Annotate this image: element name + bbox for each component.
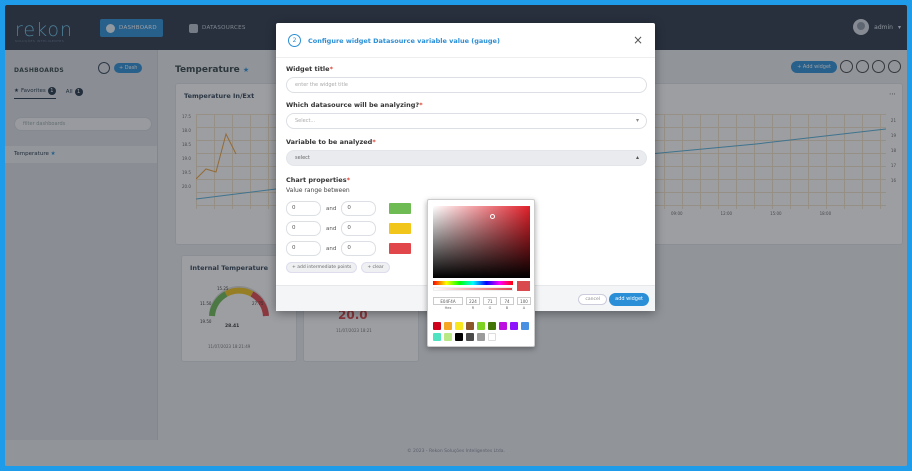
- color-picker-popover: E04F4A Hex 224 R 71 G 74 B 100 A: [427, 199, 535, 347]
- color-swatch[interactable]: [477, 333, 485, 341]
- color-swatch[interactable]: [455, 322, 463, 330]
- green-input[interactable]: 71: [483, 297, 497, 305]
- hex-caption: Hex: [444, 306, 452, 310]
- range-color-swatch[interactable]: [389, 223, 412, 234]
- variable-label-text: Variable to be analyzed: [286, 138, 373, 146]
- modal-title: Configure widget Datasource variable val…: [308, 37, 500, 45]
- blue-caption: B: [505, 306, 509, 310]
- color-swatch[interactable]: [444, 333, 452, 341]
- chart-properties-label: Chart properties*: [286, 176, 350, 184]
- alpha-input[interactable]: 100: [517, 297, 531, 305]
- range-to-input[interactable]: 0: [341, 221, 377, 236]
- range-and-label: and: [326, 205, 337, 212]
- range-from-input[interactable]: 0: [286, 221, 321, 236]
- widget-title-label: Widget title*: [286, 65, 333, 73]
- range-color-swatch[interactable]: [389, 243, 412, 254]
- datasource-select[interactable]: Select...: [286, 113, 647, 129]
- hue-slider[interactable]: [433, 281, 513, 285]
- widget-title-input[interactable]: enter the widget title: [286, 77, 647, 93]
- color-swatch[interactable]: [499, 322, 507, 330]
- datasource-label-text: Which datasource will be analyzing?: [286, 101, 420, 109]
- preset-swatches: [433, 322, 530, 341]
- range-to-input[interactable]: 0: [341, 241, 377, 256]
- color-swatch[interactable]: [477, 322, 485, 330]
- color-swatch[interactable]: [433, 333, 441, 341]
- color-swatch[interactable]: [510, 322, 518, 330]
- alpha-caption: A: [522, 306, 526, 310]
- color-swatch[interactable]: [488, 322, 496, 330]
- red-caption: R: [471, 306, 475, 310]
- modal-header: 2 Configure widget Datasource variable v…: [276, 23, 655, 58]
- range-from-input[interactable]: 0: [286, 201, 321, 216]
- cancel-button[interactable]: cancel: [578, 294, 607, 305]
- color-swatch[interactable]: [521, 322, 529, 330]
- clear-button[interactable]: + clear: [361, 262, 390, 273]
- range-and-label: and: [326, 245, 337, 252]
- saturation-cursor[interactable]: [490, 214, 495, 219]
- app-window: rekon SOLUÇÕES INTELIGENTES DASHBOARD DA…: [5, 5, 907, 466]
- range-color-swatch[interactable]: [389, 203, 412, 214]
- widget-title-label-text: Widget title: [286, 65, 330, 73]
- variable-select[interactable]: select: [286, 150, 647, 166]
- chart-properties-label-text: Chart properties: [286, 176, 347, 184]
- color-swatch[interactable]: [488, 333, 496, 341]
- range-and-label: and: [326, 225, 337, 232]
- color-swatch[interactable]: [466, 333, 474, 341]
- color-fields: E04F4A Hex 224 R 71 G 74 B 100 A: [433, 297, 531, 310]
- color-swatch[interactable]: [433, 322, 441, 330]
- range-actions: + add intermediate points + clear: [286, 262, 390, 273]
- green-caption: G: [488, 306, 492, 310]
- add-intermediate-points-button[interactable]: + add intermediate points: [286, 262, 358, 273]
- color-swatch[interactable]: [466, 322, 474, 330]
- saturation-area[interactable]: [433, 206, 530, 278]
- red-input[interactable]: 224: [466, 297, 480, 305]
- blue-input[interactable]: 74: [500, 297, 514, 305]
- add-widget-submit-button[interactable]: add widget: [609, 293, 649, 306]
- range-from-input[interactable]: 0: [286, 241, 321, 256]
- range-row: 0 and 0: [286, 221, 412, 236]
- hex-input[interactable]: E04F4A: [433, 297, 463, 305]
- color-preview: [517, 281, 530, 291]
- color-swatch[interactable]: [455, 333, 463, 341]
- range-label: Value range between: [286, 187, 350, 194]
- alpha-slider[interactable]: [433, 287, 513, 291]
- range-to-input[interactable]: 0: [341, 201, 377, 216]
- step-number-icon: 2: [288, 34, 301, 47]
- range-row: 0 and 0: [286, 241, 412, 256]
- range-row: 0 and 0: [286, 201, 412, 216]
- close-icon[interactable]: ×: [633, 33, 643, 47]
- datasource-label: Which datasource will be analyzing?*: [286, 101, 423, 109]
- variable-label: Variable to be analyzed*: [286, 138, 376, 146]
- color-swatch[interactable]: [444, 322, 452, 330]
